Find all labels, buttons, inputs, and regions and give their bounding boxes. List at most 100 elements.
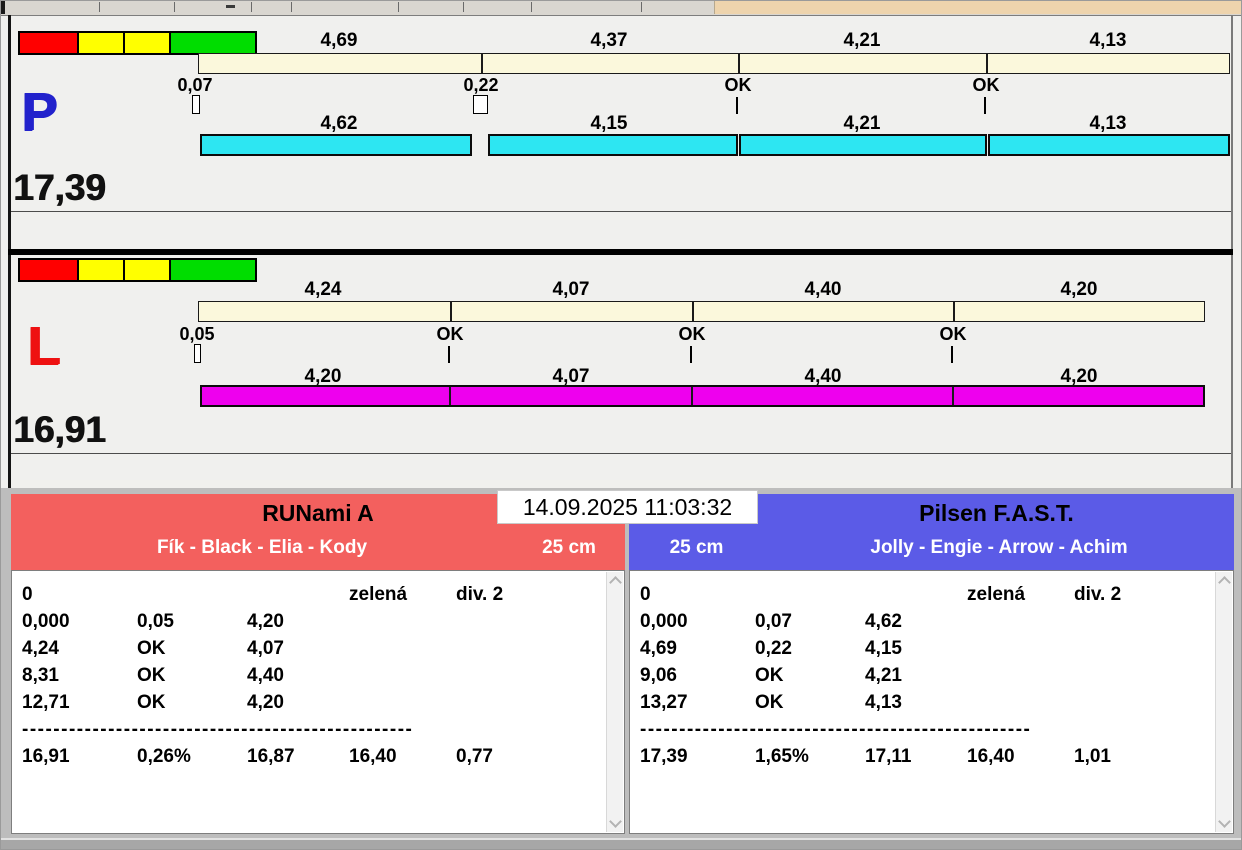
sentry-time-label: 4,24: [278, 279, 368, 301]
table-cell: [456, 608, 604, 635]
run-time-bar-segment: [488, 134, 738, 156]
toolbar-segment-divider: [251, 2, 252, 12]
ok-tick: [984, 97, 986, 114]
start-light-indicator: [18, 31, 257, 55]
ok-tick: [951, 346, 953, 363]
dog-names: Fík - Black - Elia - Kody: [11, 537, 513, 559]
lane-total-time: 16,91: [13, 411, 106, 448]
crossing-mark-label: OK: [950, 75, 1022, 96]
bar-divider: [449, 387, 451, 405]
sentry-time-label: 4,07: [526, 279, 616, 301]
sentry-time-bar: [198, 53, 1230, 74]
indicator-red-segment: [20, 260, 77, 280]
indicator-green-segment: [169, 33, 255, 53]
sentry-time-label: 4,37: [564, 30, 654, 52]
sentry-time-bar: [198, 301, 1205, 322]
table-cell: 1,65%: [755, 743, 865, 770]
crossing-mark-label: 0,07: [159, 75, 231, 96]
table-cell: 0,07: [755, 608, 865, 635]
start-light-indicator: [18, 258, 257, 282]
table-cell: [456, 635, 604, 662]
table-cell: 8,31: [22, 662, 137, 689]
table-cell: [967, 608, 1074, 635]
timing-app-window: 4,69 4,37 4,21 4,13 0,07 0,22 OK OK 4,62…: [0, 0, 1242, 850]
table-row: 12,71OK4,20: [22, 689, 604, 716]
table-cell: [1074, 662, 1213, 689]
scroll-up-icon[interactable]: [609, 576, 622, 589]
toolbar-peach-segment[interactable]: [714, 1, 1242, 14]
table-cell: 4,21: [865, 662, 967, 689]
table-cell: zelená: [967, 581, 1074, 608]
sentry-time-label: 4,21: [817, 30, 907, 52]
lane-separator-bar: [8, 249, 1233, 255]
table-row: 0,0000,074,62: [640, 608, 1213, 635]
top-toolbar[interactable]: [1, 1, 1242, 16]
table-cell: OK: [755, 662, 865, 689]
table-separator: ----------------------------------------…: [640, 716, 1213, 743]
scrollbar[interactable]: [1215, 572, 1232, 832]
table-cell: [247, 581, 349, 608]
scroll-up-icon[interactable]: [1218, 576, 1231, 589]
table-cell: [1074, 689, 1213, 716]
indicator-yellow-segment: [123, 33, 169, 53]
lane-letter: L: [27, 319, 60, 373]
bar-divider: [450, 302, 452, 321]
table-cell: 4,62: [865, 608, 967, 635]
table-cell: [349, 662, 456, 689]
table-cell: 0,000: [640, 608, 755, 635]
table-cell: [967, 635, 1074, 662]
indicator-yellow-segment: [77, 33, 123, 53]
scroll-down-icon[interactable]: [609, 815, 622, 828]
toolbar-segment-divider: [291, 2, 292, 12]
table-row: 0zelenádiv. 2: [640, 581, 1213, 608]
toolbar-segment-divider: [463, 2, 464, 12]
jump-height: 25 cm: [629, 537, 764, 559]
table-cell: [456, 689, 604, 716]
toolbar-segment-divider: [398, 2, 399, 12]
bar-divider: [952, 387, 954, 405]
table-row: 0zelenádiv. 2: [22, 581, 604, 608]
table-cell: [349, 689, 456, 716]
table-cell: 13,27: [640, 689, 755, 716]
team-right-results[interactable]: 0zelenádiv. 2 0,0000,074,62 4,690,224,15…: [629, 570, 1234, 834]
table-cell: [967, 689, 1074, 716]
table-cell: 0,22: [755, 635, 865, 662]
sentry-time-label: 4,40: [778, 279, 868, 301]
table-cell: 4,69: [640, 635, 755, 662]
run-time-label: 4,21: [817, 113, 907, 135]
scroll-down-icon[interactable]: [1218, 815, 1231, 828]
ok-tick: [736, 97, 738, 114]
bar-divider: [986, 54, 988, 73]
table-cell: OK: [755, 689, 865, 716]
team-left-results[interactable]: 0zelenádiv. 2 0,0000,054,20 4,24OK4,07 8…: [11, 570, 625, 834]
fault-marker: [194, 344, 201, 363]
run-time-bar-segment: [739, 134, 987, 156]
table-cell: OK: [137, 689, 247, 716]
table-row: 8,31OK4,40: [22, 662, 604, 689]
table-cell: 4,20: [247, 689, 349, 716]
lane-p-bottom-line: [11, 211, 1231, 212]
table-cell: 16,40: [967, 743, 1074, 770]
table-cell: 17,39: [640, 743, 755, 770]
crossing-mark-label: 0,22: [445, 75, 517, 96]
jump-height: 25 cm: [513, 537, 625, 559]
bar-divider: [953, 302, 955, 321]
table-separator: ----------------------------------------…: [22, 716, 604, 743]
table-cell: 0,05: [137, 608, 247, 635]
lane-letter: P: [21, 85, 57, 139]
crossing-mark-label: OK: [702, 75, 774, 96]
table-cell: [349, 635, 456, 662]
scrollbar[interactable]: [606, 572, 623, 832]
table-total-row: 16,910,26%16,8716,400,77: [22, 743, 604, 770]
bar-divider: [481, 54, 483, 73]
table-cell: 4,07: [247, 635, 349, 662]
run-time-label: 4,62: [294, 113, 384, 135]
crossing-mark-label: OK: [414, 324, 486, 345]
table-cell: div. 2: [1074, 581, 1213, 608]
table-row: 4,24OK4,07: [22, 635, 604, 662]
table-cell: 12,71: [22, 689, 137, 716]
table-cell: OK: [137, 662, 247, 689]
table-cell: 4,15: [865, 635, 967, 662]
toolbar-dropdown-mark[interactable]: [226, 5, 235, 8]
indicator-red-segment: [20, 33, 77, 53]
